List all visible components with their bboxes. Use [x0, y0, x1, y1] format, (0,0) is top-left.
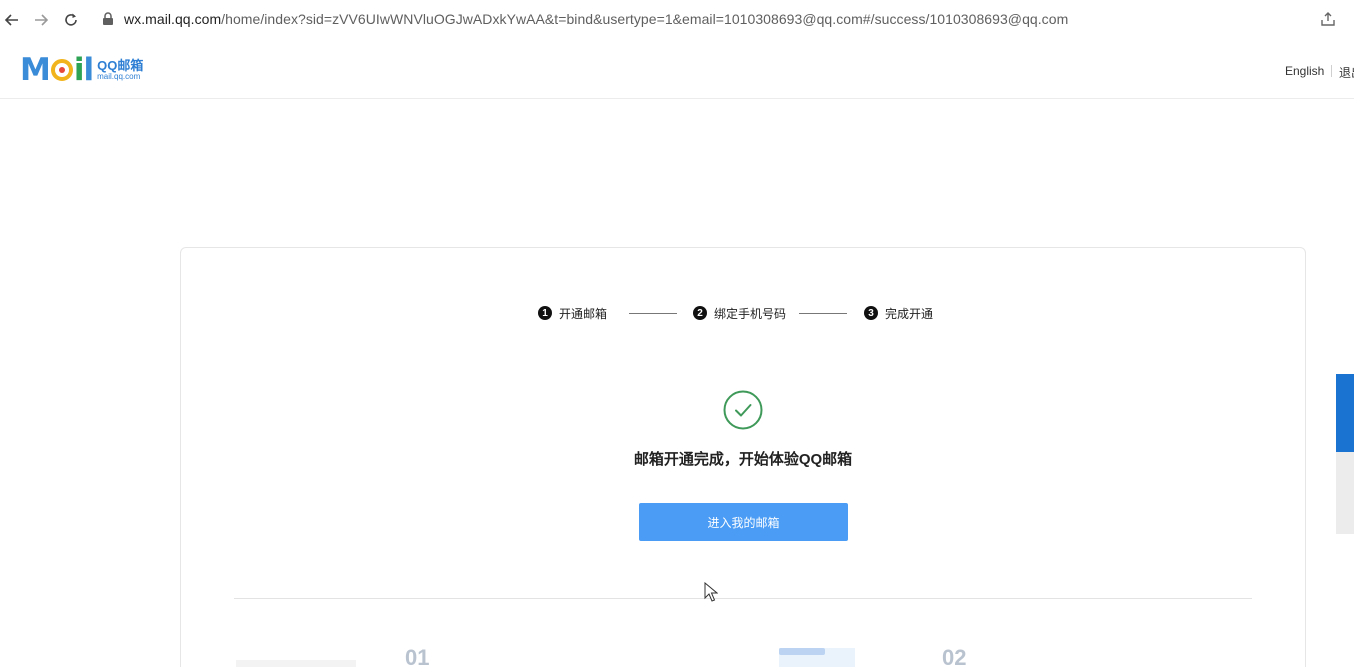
url-host: wx.mail.qq.com — [124, 11, 222, 27]
step-number: 2 — [693, 306, 708, 320]
step-progress: 1 开通邮箱 2 绑定手机号码 3 完成开通 — [538, 305, 933, 321]
feature-number-1: 01 — [405, 645, 430, 667]
qq-mail-logo[interactable]: M i l QQ邮箱 mail.qq.com — [20, 52, 143, 88]
logo-subtitle: QQ邮箱 mail.qq.com — [97, 59, 143, 81]
back-arrow-icon[interactable] — [2, 10, 22, 30]
logo-wordmark: M i l — [20, 52, 95, 88]
url-path: /home/index?sid=zVV6UIwWNVluOGJwADxkYwAA… — [221, 11, 1069, 27]
logo-letter-l: l — [83, 52, 95, 88]
header-divider — [1331, 65, 1332, 77]
step-number: 3 — [864, 306, 879, 320]
feature-illustration-1 — [236, 660, 356, 667]
app-header: M i l QQ邮箱 mail.qq.com English 退出 — [0, 40, 1354, 99]
enter-mailbox-button[interactable]: 进入我的邮箱 — [639, 503, 848, 541]
address-bar[interactable]: wx.mail.qq.com/home/index?sid=zVV6UIwWNV… — [124, 11, 1068, 27]
step-3: 3 完成开通 — [864, 305, 933, 322]
logout-link[interactable]: 退出 — [1339, 64, 1354, 81]
browser-toolbar: wx.mail.qq.com/home/index?sid=zVV6UIwWNV… — [0, 0, 1354, 40]
logo-subtitle-en: mail.qq.com — [97, 72, 141, 81]
share-icon[interactable] — [1320, 11, 1340, 31]
logo-letter-i: i — [73, 52, 85, 88]
step-label: 开通邮箱 — [559, 306, 608, 321]
card-divider — [234, 598, 1252, 599]
success-check-icon — [723, 390, 763, 430]
success-title: 邮箱开通完成，开始体验QQ邮箱 — [633, 451, 853, 468]
logo-letter-m: M — [20, 52, 51, 88]
logo-circle-icon — [50, 59, 73, 81]
step-connector — [629, 312, 678, 314]
side-float-tab[interactable] — [1336, 374, 1354, 452]
feature-illustration-2 — [779, 648, 855, 667]
language-link[interactable]: English — [1285, 64, 1324, 78]
step-label: 绑定手机号码 — [714, 306, 787, 321]
step-connector — [799, 312, 848, 314]
step-1: 1 开通邮箱 — [538, 305, 607, 322]
mouse-cursor-icon — [704, 581, 719, 602]
reload-icon[interactable] — [61, 10, 81, 30]
logo-subtitle-cn: QQ邮箱 — [97, 58, 144, 73]
lock-icon[interactable] — [102, 12, 116, 28]
step-label: 完成开通 — [885, 306, 934, 321]
feature-number-2: 02 — [942, 645, 967, 667]
step-number: 1 — [538, 306, 552, 320]
forward-arrow-icon[interactable] — [31, 10, 51, 30]
step-2: 2 绑定手机号码 — [693, 305, 786, 322]
